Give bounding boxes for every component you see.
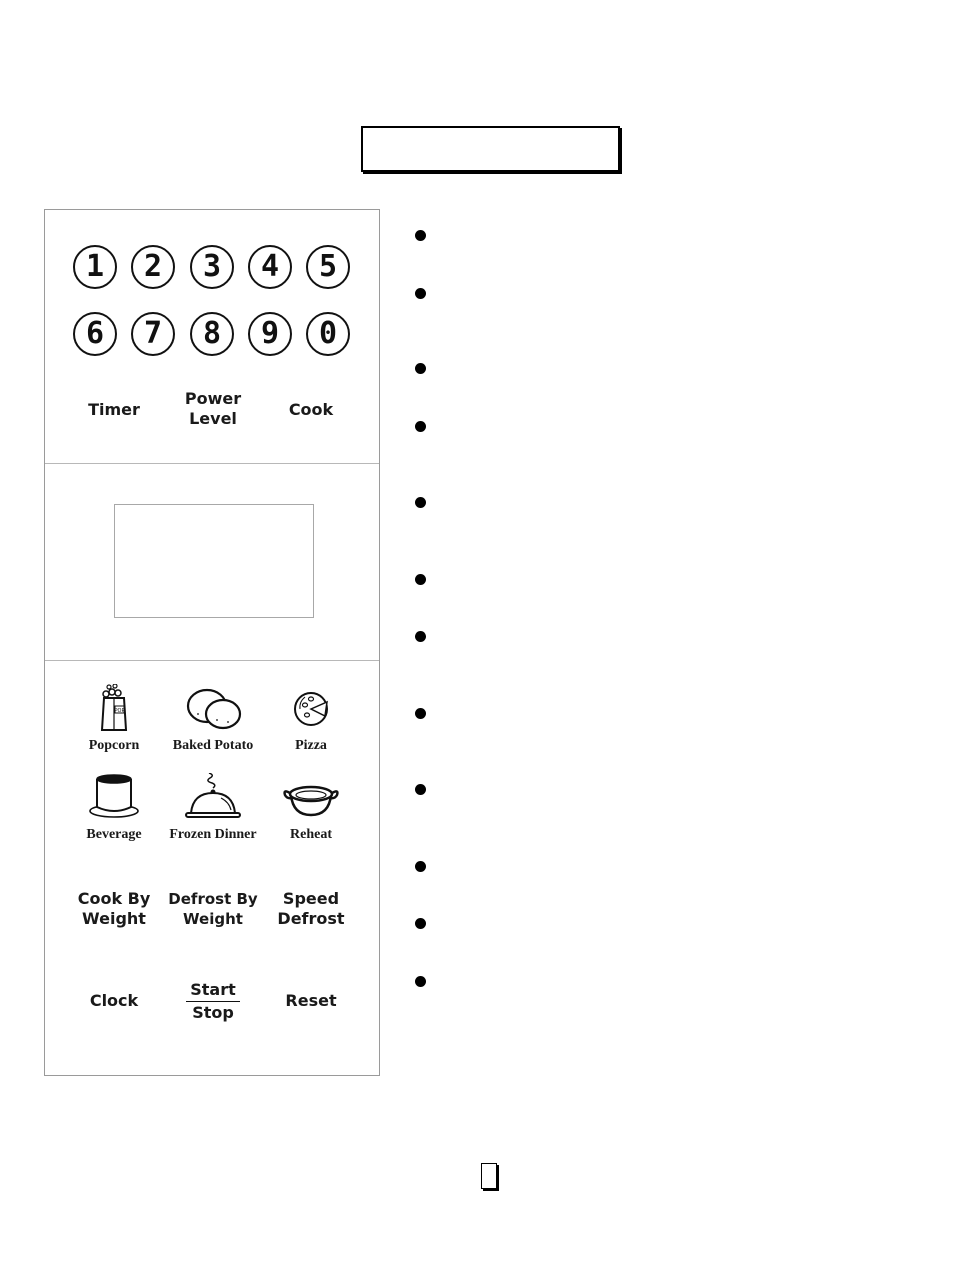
bullet-point (415, 288, 426, 299)
cook-by-weight-button[interactable]: Cook By Weight (64, 889, 164, 929)
timer-button[interactable]: Timer (64, 400, 164, 420)
cloche-icon (185, 773, 241, 818)
bullet-point (415, 497, 426, 508)
cook-button[interactable]: Cook (261, 400, 361, 420)
svg-text:POP: POP (115, 708, 125, 714)
pizza-icon (294, 692, 328, 726)
reheat-label: Reheat (290, 827, 332, 842)
section-title-box (361, 126, 620, 172)
bullet-point (415, 421, 426, 432)
bullet-point (415, 574, 426, 585)
potato-icon (186, 688, 242, 730)
number-key-7[interactable]: 7 (131, 312, 175, 356)
panel-divider (45, 463, 379, 464)
display-window (114, 504, 314, 618)
number-key-9[interactable]: 9 (248, 312, 292, 356)
number-key-8[interactable]: 8 (190, 312, 234, 356)
frozen-dinner-button[interactable]: Frozen Dinner (158, 773, 268, 853)
bullet-point (415, 918, 426, 929)
bullet-point (415, 861, 426, 872)
microwave-control-panel: 1 2 3 4 5 6 7 8 9 0 Timer Power Level Co… (44, 209, 380, 1076)
start-stop-button[interactable]: Start Stop (163, 980, 263, 1023)
clock-button[interactable]: Clock (64, 991, 164, 1011)
bullet-point (415, 976, 426, 987)
number-key-2[interactable]: 2 (131, 245, 175, 289)
defrost-by-weight-button[interactable]: Defrost By Weight (163, 889, 263, 929)
number-key-4[interactable]: 4 (248, 245, 292, 289)
number-key-6[interactable]: 6 (73, 312, 117, 356)
popcorn-bag-icon: POP (100, 684, 128, 731)
power-level-button[interactable]: Power Level (163, 389, 263, 429)
start-stop-separator (186, 1001, 240, 1002)
popcorn-label: Popcorn (88, 738, 140, 753)
start-label: Start (190, 980, 236, 999)
baked-potato-label: Baked Potato (172, 738, 254, 753)
reheat-button[interactable]: Reheat (256, 773, 366, 853)
bullet-point (415, 784, 426, 795)
bullet-point (415, 631, 426, 642)
pot-icon (283, 785, 339, 817)
page-number-box (481, 1163, 497, 1189)
number-key-1[interactable]: 1 (73, 245, 117, 289)
bullet-point (415, 363, 426, 374)
baked-potato-button[interactable]: Baked Potato (158, 684, 268, 764)
frozen-dinner-label: Frozen Dinner (169, 827, 257, 842)
reset-button[interactable]: Reset (261, 991, 361, 1011)
number-key-0[interactable]: 0 (306, 312, 350, 356)
pizza-button[interactable]: Pizza (256, 684, 366, 764)
stop-label: Stop (192, 1003, 234, 1022)
bullet-point (415, 230, 426, 241)
popcorn-button[interactable]: POP Popcorn (59, 684, 169, 764)
pizza-label: Pizza (295, 738, 327, 753)
number-key-5[interactable]: 5 (306, 245, 350, 289)
speed-defrost-button[interactable]: Speed Defrost (261, 889, 361, 929)
bullet-point (415, 708, 426, 719)
number-key-3[interactable]: 3 (190, 245, 234, 289)
cup-icon (89, 774, 139, 818)
panel-divider (45, 660, 379, 661)
beverage-label: Beverage (86, 827, 142, 842)
beverage-button[interactable]: Beverage (59, 773, 169, 853)
